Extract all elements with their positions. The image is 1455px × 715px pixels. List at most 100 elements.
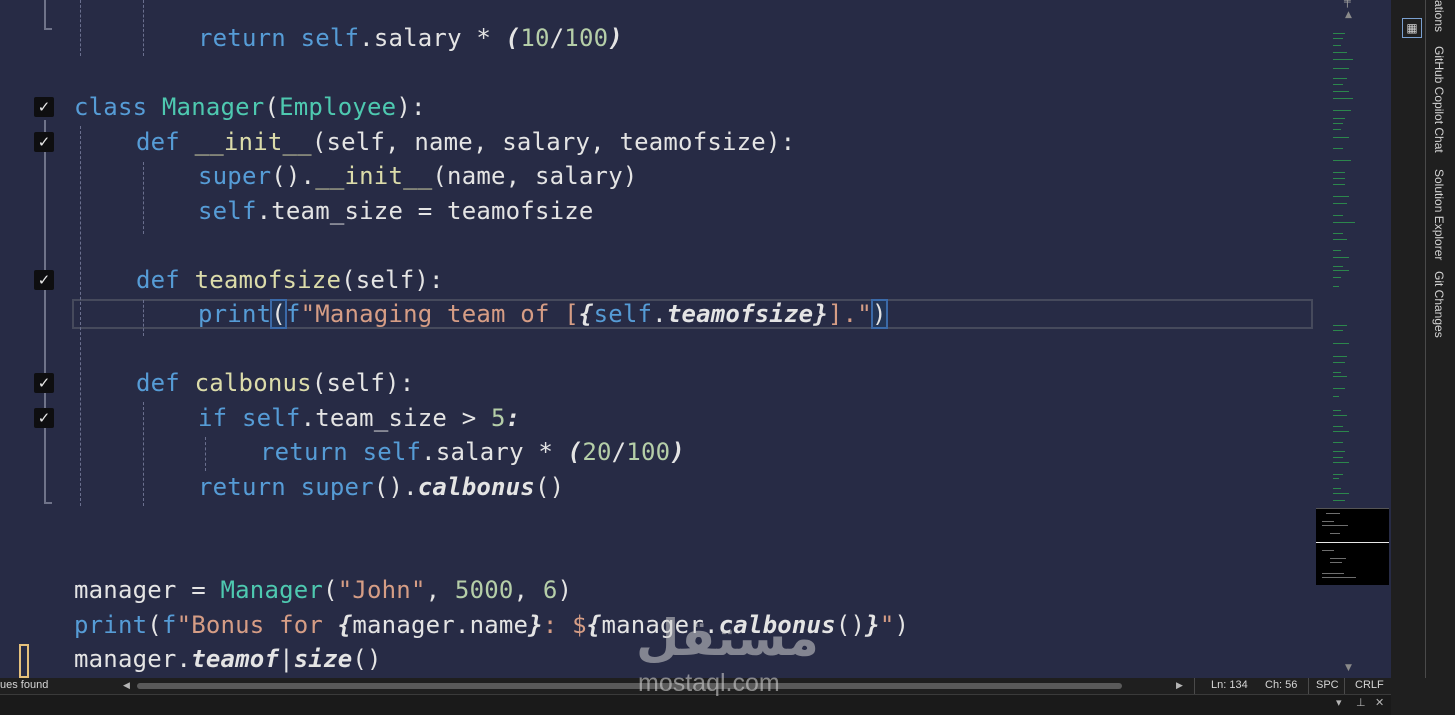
parameters: (self): [341, 266, 444, 294]
expression: manager.name [352, 611, 529, 639]
paren: ( [323, 576, 338, 604]
code-line[interactable]: super().__init__(name, salary) [74, 159, 638, 193]
code-line[interactable]: return self.salary * (10/100) [74, 21, 623, 55]
minimap-line [1333, 239, 1347, 240]
attribute: size [293, 645, 353, 673]
code-line[interactable]: return super().calbonus() [74, 470, 564, 504]
expression: .salary * [421, 438, 568, 466]
code-line[interactable]: self.team_size = teamofsize [74, 194, 594, 228]
matched-bracket: ) [870, 299, 888, 329]
paren: ( [147, 611, 162, 639]
issues-indicator[interactable]: ues found [0, 679, 48, 691]
tab-github-copilot-chat[interactable]: GitHub Copilot Chat [1432, 46, 1446, 153]
status-divider [1344, 678, 1345, 694]
minimap-line [1322, 573, 1344, 574]
comma: , [513, 576, 543, 604]
string: "Bonus for [176, 611, 338, 639]
number: 100 [564, 24, 609, 52]
minimap-line [1333, 442, 1343, 443]
code-line[interactable]: if self.team_size > 5: [74, 401, 520, 435]
code-line[interactable]: manager.teamof|size() [74, 642, 382, 676]
colon: : [505, 404, 521, 432]
minimap-line [1333, 110, 1351, 111]
fold-toggle-icon[interactable]: ✓ [34, 270, 54, 290]
string: " [879, 611, 895, 639]
line-number[interactable]: Ln: 134 [1211, 679, 1248, 691]
code-line[interactable]: class Manager(Employee): [74, 90, 426, 124]
function-name: __init__ [194, 128, 312, 156]
properties-icon[interactable]: ▦ [1402, 18, 1422, 38]
number: 6 [542, 576, 558, 604]
code-editor[interactable]: ✓ ✓ ✓ ✓ ✓ return self.salary * (10/100) … [0, 0, 1315, 678]
minimap-line [1333, 396, 1339, 397]
panel-divider [1425, 0, 1426, 678]
function-name: calbonus [194, 369, 312, 397]
fold-toggle-icon[interactable]: ✓ [34, 408, 54, 428]
brace: { [586, 611, 602, 639]
minimap-line [1333, 410, 1341, 411]
punctuation: . [176, 645, 192, 673]
class-name: Manager [161, 93, 265, 121]
keyword-return: return [198, 473, 286, 501]
parameters: (self): [311, 369, 415, 397]
minimap-line [1333, 376, 1347, 377]
close-icon[interactable]: ✕ [1375, 696, 1384, 709]
scroll-left-arrow-icon[interactable]: ◀ [123, 680, 130, 691]
scroll-right-arrow-icon[interactable]: ▶ [1176, 680, 1183, 691]
fold-toggle-icon[interactable]: ✓ [34, 97, 54, 117]
paren: ( [264, 93, 280, 121]
tab-notifications[interactable]: cations [1432, 0, 1446, 32]
keyword-return: return [260, 438, 348, 466]
column-number[interactable]: Ch: 56 [1265, 679, 1297, 691]
fold-toggle-icon[interactable]: ✓ [34, 373, 54, 393]
attribute: teamofsize [666, 300, 814, 328]
keyword-class: class [74, 93, 148, 121]
self-token: self [198, 197, 257, 225]
minimap-line [1333, 148, 1343, 149]
minimap-line [1333, 356, 1347, 357]
pin-icon[interactable]: ⊥ [1356, 696, 1366, 709]
code-line[interactable]: def teamofsize(self): [74, 263, 444, 297]
variable: manager [74, 645, 177, 673]
code-line[interactable]: return self.salary * (20/100) [74, 435, 685, 469]
minimap-viewport[interactable] [1316, 508, 1389, 585]
fold-toggle-icon[interactable]: ✓ [34, 132, 54, 152]
split-editor-icon[interactable]: ╪ [1344, 0, 1351, 8]
scroll-down-arrow-icon[interactable]: ▼ [1345, 663, 1352, 673]
indent-mode[interactable]: SPC [1316, 679, 1339, 691]
method-call: calbonus [417, 473, 535, 501]
paren: ) [894, 611, 910, 639]
watermark-arabic: مستقل [636, 609, 819, 667]
string: "Managing team of [ [300, 300, 579, 328]
minimap-line [1333, 277, 1341, 278]
brace: } [865, 611, 880, 639]
paren: ) [557, 576, 573, 604]
minimap-line [1333, 426, 1343, 427]
fold-bar-end [44, 502, 52, 504]
code-line-current[interactable]: print(f"Managing team of [{self.teamofsi… [74, 297, 888, 331]
function-name: teamofsize [194, 266, 342, 294]
minimap-line [1333, 343, 1349, 344]
paren: ( [567, 438, 583, 466]
minimap-line [1333, 84, 1343, 85]
tab-solution-explorer[interactable]: Solution Explorer [1432, 169, 1446, 260]
line-endings[interactable]: CRLF [1355, 679, 1384, 691]
code-line[interactable]: def calbonus(self): [74, 366, 414, 400]
tab-git-changes[interactable]: Git Changes [1432, 271, 1446, 338]
variable: manager [74, 576, 177, 604]
comma: , [425, 576, 455, 604]
punctuation: (). [271, 162, 316, 190]
brace: { [337, 611, 353, 639]
minimap-line [1333, 52, 1347, 53]
matched-bracket: ( [270, 299, 287, 329]
horizontal-scrollbar-thumb[interactable] [137, 683, 1122, 689]
minimap-line [1322, 521, 1334, 522]
minimap-line [1333, 118, 1345, 119]
minimap-line [1333, 45, 1341, 46]
self-token: self [300, 24, 360, 52]
scroll-up-arrow-icon[interactable]: ▲ [1345, 10, 1352, 20]
code-minimap[interactable] [1315, 0, 1391, 678]
panel-menu-icon[interactable]: ▾ [1336, 696, 1342, 709]
code-line[interactable]: def __init__(self, name, salary, teamofs… [74, 125, 795, 159]
code-line[interactable]: manager = Manager("John", 5000, 6) [74, 573, 572, 607]
